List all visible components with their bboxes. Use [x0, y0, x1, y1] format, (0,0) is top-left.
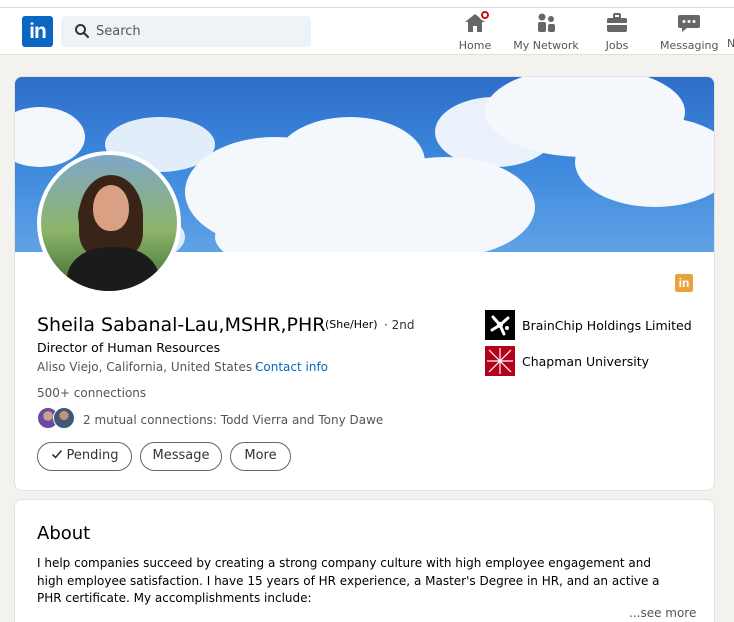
mutual-connections-link[interactable]: 2 mutual connections: Todd Vierra and To… [83, 413, 383, 427]
nav-home[interactable]: Home [455, 9, 495, 52]
profile-headline: Director of Human Resources [37, 340, 221, 355]
check-icon [51, 449, 62, 459]
brainchip-logo [485, 310, 515, 340]
mutual-avatar[interactable] [53, 407, 75, 429]
messaging-icon [677, 12, 701, 34]
search-placeholder: Search [96, 24, 141, 39]
connection-degree: · 2nd [384, 318, 415, 332]
top-navigation: in Search Home My Network Jobs Messaging… [0, 0, 734, 55]
see-more-link[interactable]: ...see more [629, 606, 696, 620]
nav-jobs[interactable]: Jobs [600, 12, 634, 52]
chapman-logo [485, 346, 515, 376]
network-icon [534, 12, 558, 34]
more-button[interactable]: More [230, 442, 291, 471]
briefcase-icon [605, 12, 629, 34]
nav-overflow-label[interactable]: N [727, 37, 734, 50]
profile-name: Sheila Sabanal-Lau,MSHR,PHR [37, 314, 326, 336]
message-button[interactable]: Message [140, 442, 222, 471]
nav-label: Jobs [605, 39, 629, 52]
search-input[interactable]: Search [61, 16, 311, 47]
profile-card: in Sheila Sabanal-Lau,MSHR,PHR (She/Her)… [14, 76, 715, 491]
nav-label: My Network [513, 39, 579, 52]
about-text: I help companies succeed by creating a s… [37, 556, 660, 605]
notification-badge [479, 9, 491, 21]
profile-photo[interactable] [37, 151, 181, 295]
profile-location: Aliso Viejo, California, United States · [37, 360, 260, 374]
linkedin-badge-icon[interactable]: in [675, 274, 693, 292]
nav-label: Home [458, 39, 492, 52]
about-title: About [37, 523, 91, 544]
search-icon [75, 24, 90, 39]
linkedin-logo[interactable]: in [22, 16, 53, 47]
pending-label: Pending [66, 448, 119, 463]
nav-label: Messaging [660, 39, 719, 52]
pronouns: (She/Her) [325, 318, 378, 331]
nav-messaging[interactable]: Messaging [660, 12, 718, 52]
connections-count[interactable]: 500+ connections [37, 386, 146, 400]
contact-info-link[interactable]: Contact info [255, 360, 328, 374]
about-card: About I help companies succeed by creati… [14, 499, 715, 622]
experience-label: Chapman University [522, 354, 650, 369]
browser-strip [0, 0, 734, 8]
experience-label: BrainChip Holdings Limited [522, 318, 692, 333]
pending-button[interactable]: Pending [37, 442, 132, 471]
home-icon [463, 9, 491, 34]
nav-my-network[interactable]: My Network [512, 12, 580, 52]
